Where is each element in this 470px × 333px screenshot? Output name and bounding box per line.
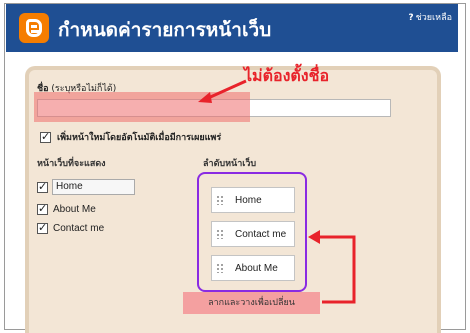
show-page-about: About Me (37, 201, 96, 217)
blogger-logo-icon (19, 13, 49, 43)
name-input-highlight (34, 92, 250, 122)
show-page-home: Home (37, 179, 135, 195)
auto-add-row: เพิ่มหน้าใหม่โดยอัตโนมัติเมื่อมีการเผยแพ… (40, 130, 221, 144)
pages-to-show-heading: หน้าเว็บที่จะแสดง (37, 159, 106, 169)
home-title-input[interactable]: Home (52, 179, 135, 195)
drag-handle-icon[interactable] (216, 229, 224, 239)
header-bar: กำหนดค่ารายการหน้าเว็บ ? ช่วยเหลือ (6, 4, 458, 52)
auto-add-label: เพิ่มหน้าใหม่โดยอัตโนมัติเมื่อมีการเผยแพ… (57, 133, 222, 143)
order-item-label: Contact me (235, 228, 287, 240)
page-order-heading: ลำดับหน้าเว็บ (203, 159, 257, 169)
show-about-label: About Me (53, 203, 96, 215)
show-home-checkbox[interactable] (37, 180, 48, 193)
order-item-label: About Me (235, 262, 278, 274)
show-contact-label: Contact me (53, 222, 105, 234)
help-icon: ? (408, 13, 414, 23)
drag-handle-icon[interactable] (216, 195, 224, 205)
drag-drop-hint: ลากและวางเพื่อเปลี่ยน (183, 292, 320, 314)
order-item-home[interactable]: Home (211, 187, 295, 213)
annotation-no-name: ไม่ต้องตั้งชื่อ (244, 66, 330, 85)
page-title: กำหนดค่ารายการหน้าเว็บ (58, 19, 272, 41)
order-item-label: Home (235, 194, 262, 206)
drag-handle-icon[interactable] (216, 263, 224, 273)
order-item-about[interactable]: About Me (211, 255, 295, 281)
help-link[interactable]: ? ช่วยเหลือ (408, 10, 452, 24)
show-about-checkbox[interactable] (37, 202, 48, 215)
auto-add-checkbox[interactable] (40, 130, 51, 143)
help-label: ช่วยเหลือ (415, 13, 452, 23)
order-item-contact[interactable]: Contact me (211, 221, 295, 247)
show-contact-checkbox[interactable] (37, 221, 48, 234)
show-page-contact: Contact me (37, 220, 104, 236)
